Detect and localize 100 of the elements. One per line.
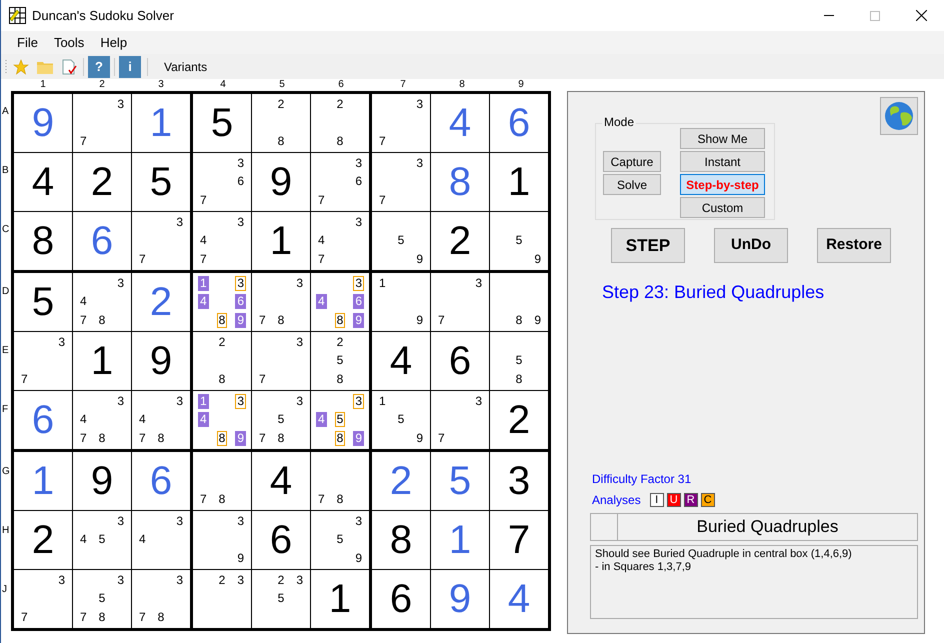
candidate-digit: 7 (198, 252, 208, 268)
sudoku-grid-icon (9, 7, 26, 24)
candidate-digit: 4 (198, 233, 208, 248)
cell-digit: 1 (32, 461, 54, 501)
candidate-digit: 3 (116, 276, 125, 291)
candidate-digit: 3 (175, 514, 184, 529)
action-button[interactable]: Restore (817, 228, 891, 263)
new-button[interactable] (11, 56, 31, 76)
row-label: A (2, 107, 9, 117)
candidate-digit: 5 (336, 353, 344, 368)
cell-digit: 1 (448, 520, 472, 560)
candidate-digit: 3 (116, 394, 125, 409)
candidate-digit: 4 (316, 294, 327, 310)
candidate-digit: 7 (378, 134, 387, 150)
column-label: 3 (158, 80, 164, 91)
cell-digit: 4 (270, 461, 292, 501)
candidate-digit: 7 (138, 431, 147, 446)
candidate-digit: 9 (236, 551, 245, 566)
cell-digit: 1 (90, 341, 114, 381)
candidate-digit: 3 (235, 394, 246, 409)
cell-digit: 1 (328, 579, 352, 619)
candidate-digit: 8 (276, 134, 286, 150)
candidate-digit: 3 (236, 572, 245, 588)
action-button[interactable]: STEP (611, 228, 685, 263)
row-label: D (2, 287, 10, 297)
analysis-badge[interactable]: R (684, 493, 698, 507)
candidate-digit: 4 (78, 532, 88, 548)
candidate-digit: 7 (198, 193, 208, 208)
cell-digit: 6 (270, 520, 292, 560)
candidate-digit: 2 (276, 96, 286, 112)
mode-option[interactable]: Instant (680, 151, 765, 172)
candidate-digit: 1 (378, 276, 387, 291)
window-title: Duncan's Sudoku Solver (32, 6, 174, 25)
cell-digit: 2 (390, 461, 412, 501)
mode-option[interactable]: Custom (680, 197, 765, 218)
cell-digit: 2 (90, 162, 114, 202)
candidate-digit: 7 (198, 492, 208, 508)
candidate-digit: 5 (98, 532, 106, 548)
candidate-digit: 2 (336, 334, 344, 350)
candidate-digit: 3 (354, 514, 363, 529)
cell-digit: 4 (390, 341, 412, 381)
menu-item[interactable]: Help (93, 32, 134, 52)
cell-digit: 5 (150, 162, 172, 202)
row-label: E (2, 346, 9, 356)
cell-digit: 5 (32, 282, 54, 322)
candidate-digit: 7 (378, 193, 387, 208)
candidate-digit: 8 (218, 492, 226, 508)
cell-digit: 7 (508, 520, 530, 560)
menu-item[interactable]: Tools (46, 32, 92, 52)
candidate-digit: 3 (474, 394, 483, 409)
candidate-digit: 9 (235, 431, 246, 446)
candidate-digit: 8 (98, 431, 106, 446)
candidate-digit: 9 (353, 431, 364, 446)
candidate-digit: 7 (78, 134, 88, 150)
action-button[interactable]: UnDo (714, 228, 788, 263)
candidate-digit: 3 (295, 276, 304, 291)
cell-digit: 1 (508, 162, 530, 202)
column-label: 6 (338, 80, 344, 91)
column-label: 8 (459, 80, 465, 91)
candidate-digit: 8 (276, 431, 286, 446)
candidate-digit: 3 (353, 394, 364, 409)
menu-item[interactable]: File (10, 32, 45, 52)
candidate-digit: 3 (236, 156, 245, 171)
cell-digit: 9 (270, 162, 292, 202)
variants-button[interactable]: Variants (164, 58, 208, 76)
row-label: B (2, 166, 9, 176)
maximize-icon (870, 10, 880, 20)
candidate-digit: 8 (336, 134, 344, 150)
star-icon (13, 58, 29, 74)
analysis-badge[interactable]: U (666, 493, 681, 507)
candidate-digit: 3 (116, 96, 125, 112)
mode-option[interactable]: Show Me (680, 128, 765, 149)
help-button[interactable]: ? (88, 56, 110, 78)
mode-button[interactable]: Capture (603, 151, 661, 172)
candidate-digit: 2 (276, 572, 286, 588)
candidate-digit: 4 (316, 412, 327, 428)
analysis-badge[interactable]: C (700, 493, 715, 507)
candidate-digit: 7 (316, 492, 326, 508)
mode-button[interactable]: Solve (603, 174, 661, 195)
candidate-digit: 5 (396, 233, 406, 248)
candidate-digit: 3 (57, 572, 66, 588)
column-label: 1 (40, 80, 46, 91)
globe-button[interactable] (880, 97, 918, 135)
candidate-digit: 8 (98, 610, 106, 626)
candidate-digit: 7 (258, 313, 267, 328)
cell-digit: 8 (448, 162, 472, 202)
candidate-digit: 7 (78, 431, 88, 446)
candidate-digit: 2 (336, 96, 344, 112)
candidate-digit: 2 (218, 334, 226, 350)
candidate-digit: 1 (198, 394, 209, 409)
info-button[interactable]: i (119, 56, 141, 78)
candidate-digit: 3 (415, 156, 424, 171)
candidate-digit: 1 (378, 394, 387, 409)
candidate-digit: 4 (138, 412, 147, 428)
analysis-badge[interactable]: I (650, 493, 664, 507)
cell-digit: 2 (150, 282, 172, 322)
candidate-digit: 9 (533, 313, 542, 328)
column-label: 9 (518, 80, 524, 91)
globe-icon (884, 101, 914, 131)
candidate-digit: 5 (336, 532, 344, 548)
